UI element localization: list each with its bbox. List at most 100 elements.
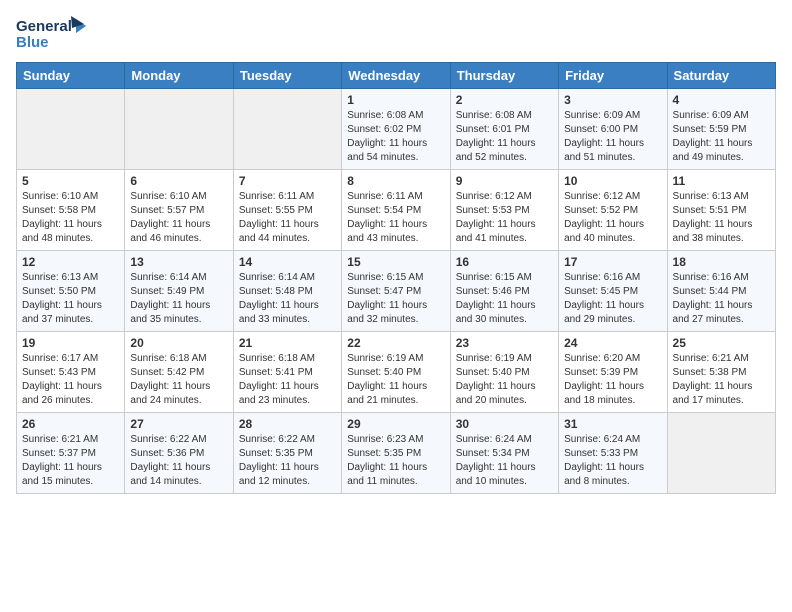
day-number: 24 <box>564 336 661 350</box>
day-info: Sunrise: 6:09 AM Sunset: 5:59 PM Dayligh… <box>673 109 770 165</box>
calendar-cell: 16Sunrise: 6:15 AM Sunset: 5:46 PM Dayli… <box>450 251 558 332</box>
calendar-cell: 4 Sunrise: 6:09 AM Sunset: 5:59 PM Daylig… <box>667 89 775 170</box>
calendar-cell: 2 Sunrise: 6:08 AM Sunset: 6:01 PM Daylig… <box>450 89 558 170</box>
day-info: Sunrise: 6:11 AM Sunset: 5:55 PM Dayligh… <box>239 190 336 246</box>
day-number: 20 <box>130 336 227 350</box>
day-info: Sunrise: 6:18 AM Sunset: 5:41 PM Dayligh… <box>239 352 336 408</box>
weekday-header-sunday: Sunday <box>17 63 125 89</box>
day-info: Sunrise: 6:24 AM Sunset: 5:33 PM Dayligh… <box>564 433 661 489</box>
day-info: Sunrise: 6:09 AM Sunset: 6:00 PM Dayligh… <box>564 109 661 165</box>
calendar-week-1: 1 Sunrise: 6:08 AM Sunset: 6:02 PM Daylig… <box>17 89 776 170</box>
day-info: Sunrise: 6:17 AM Sunset: 5:43 PM Dayligh… <box>22 352 119 408</box>
day-number: 30 <box>456 417 553 431</box>
calendar-cell: 7 Sunrise: 6:11 AM Sunset: 5:55 PM Daylig… <box>233 170 341 251</box>
calendar-cell: 5 Sunrise: 6:10 AM Sunset: 5:58 PM Daylig… <box>17 170 125 251</box>
calendar-cell: 15 Sunrise: 6:15 AM Sunset: 5:47 PM Dayli… <box>342 251 450 332</box>
logo-svg: GeneralBlue <box>16 16 96 52</box>
calendar-cell: 3 Sunrise: 6:09 AM Sunset: 6:00 PM Daylig… <box>559 89 667 170</box>
calendar-cell: 21 Sunrise: 6:18 AM Sunset: 5:41 PM Dayli… <box>233 332 341 413</box>
calendar-header-row: SundayMondayTuesdayWednesdayThursdayFrid… <box>17 63 776 89</box>
svg-text:Blue: Blue <box>16 34 49 51</box>
calendar-cell: 24 Sunrise: 6:20 AM Sunset: 5:39 PM Dayli… <box>559 332 667 413</box>
day-info: Sunrise: 6:13 AM Sunset: 5:51 PM Dayligh… <box>673 190 770 246</box>
day-number: 12 <box>22 255 119 269</box>
day-info: Sunrise: 6:19 AM Sunset: 5:40 PM Dayligh… <box>347 352 444 408</box>
calendar-cell: 27 Sunrise: 6:22 AM Sunset: 5:36 PM Dayli… <box>125 413 233 494</box>
weekday-header-monday: Monday <box>125 63 233 89</box>
day-number: 2 <box>456 93 553 107</box>
day-number: 28 <box>239 417 336 431</box>
day-info: Sunrise: 6:10 AM Sunset: 5:58 PM Dayligh… <box>22 190 119 246</box>
day-info: Sunrise: 6:11 AM Sunset: 5:54 PM Dayligh… <box>347 190 444 246</box>
day-info: Sunrise: 6:08 AM Sunset: 6:01 PM Dayligh… <box>456 109 553 165</box>
calendar-cell <box>17 89 125 170</box>
weekday-header-thursday: Thursday <box>450 63 558 89</box>
day-number: 19 <box>22 336 119 350</box>
day-info: Sunrise: 6:13 AM Sunset: 5:50 PM Dayligh… <box>22 271 119 327</box>
day-number: 8 <box>347 174 444 188</box>
calendar-cell <box>667 413 775 494</box>
calendar-cell: 13 Sunrise: 6:14 AM Sunset: 5:49 PM Dayli… <box>125 251 233 332</box>
calendar-cell: 10 Sunrise: 6:12 AM Sunset: 5:52 PM Dayli… <box>559 170 667 251</box>
day-info: Sunrise: 6:22 AM Sunset: 5:35 PM Dayligh… <box>239 433 336 489</box>
day-info: Sunrise: 6:18 AM Sunset: 5:42 PM Dayligh… <box>130 352 227 408</box>
calendar-cell: 19 Sunrise: 6:17 AM Sunset: 5:43 PM Dayli… <box>17 332 125 413</box>
calendar-week-2: 5 Sunrise: 6:10 AM Sunset: 5:58 PM Daylig… <box>17 170 776 251</box>
calendar-cell: 6 Sunrise: 6:10 AM Sunset: 5:57 PM Daylig… <box>125 170 233 251</box>
calendar-cell: 9Sunrise: 6:12 AM Sunset: 5:53 PM Daylig… <box>450 170 558 251</box>
day-number: 18 <box>673 255 770 269</box>
day-number: 1 <box>347 93 444 107</box>
weekday-header-tuesday: Tuesday <box>233 63 341 89</box>
calendar-cell: 11 Sunrise: 6:13 AM Sunset: 5:51 PM Dayli… <box>667 170 775 251</box>
day-info: Sunrise: 6:14 AM Sunset: 5:49 PM Dayligh… <box>130 271 227 327</box>
weekday-header-wednesday: Wednesday <box>342 63 450 89</box>
svg-text:General: General <box>16 18 72 35</box>
day-info: Sunrise: 6:12 AM Sunset: 5:52 PM Dayligh… <box>564 190 661 246</box>
calendar-week-5: 26 Sunrise: 6:21 AM Sunset: 5:37 PM Dayli… <box>17 413 776 494</box>
calendar-cell: 20 Sunrise: 6:18 AM Sunset: 5:42 PM Dayli… <box>125 332 233 413</box>
day-number: 21 <box>239 336 336 350</box>
weekday-header-friday: Friday <box>559 63 667 89</box>
calendar-table: SundayMondayTuesdayWednesdayThursdayFrid… <box>16 62 776 494</box>
day-info: Sunrise: 6:08 AM Sunset: 6:02 PM Dayligh… <box>347 109 444 165</box>
day-info: Sunrise: 6:15 AM Sunset: 5:47 PM Dayligh… <box>347 271 444 327</box>
calendar-cell: 1 Sunrise: 6:08 AM Sunset: 6:02 PM Daylig… <box>342 89 450 170</box>
calendar-week-3: 12 Sunrise: 6:13 AM Sunset: 5:50 PM Dayli… <box>17 251 776 332</box>
day-number: 25 <box>673 336 770 350</box>
calendar-cell: 29Sunrise: 6:23 AM Sunset: 5:35 PM Dayli… <box>342 413 450 494</box>
calendar-cell: 18 Sunrise: 6:16 AM Sunset: 5:44 PM Dayli… <box>667 251 775 332</box>
day-number: 27 <box>130 417 227 431</box>
day-info: Sunrise: 6:10 AM Sunset: 5:57 PM Dayligh… <box>130 190 227 246</box>
day-number: 13 <box>130 255 227 269</box>
day-info: Sunrise: 6:24 AM Sunset: 5:34 PM Dayligh… <box>456 433 553 489</box>
calendar-cell: 28 Sunrise: 6:22 AM Sunset: 5:35 PM Dayli… <box>233 413 341 494</box>
day-info: Sunrise: 6:21 AM Sunset: 5:37 PM Dayligh… <box>22 433 119 489</box>
day-info: Sunrise: 6:15 AM Sunset: 5:46 PM Dayligh… <box>456 271 553 327</box>
day-number: 6 <box>130 174 227 188</box>
day-number: 31 <box>564 417 661 431</box>
day-number: 15 <box>347 255 444 269</box>
day-info: Sunrise: 6:16 AM Sunset: 5:44 PM Dayligh… <box>673 271 770 327</box>
calendar-cell: 25Sunrise: 6:21 AM Sunset: 5:38 PM Dayli… <box>667 332 775 413</box>
day-number: 11 <box>673 174 770 188</box>
day-number: 26 <box>22 417 119 431</box>
day-number: 23 <box>456 336 553 350</box>
day-number: 5 <box>22 174 119 188</box>
day-number: 10 <box>564 174 661 188</box>
calendar-cell: 22Sunrise: 6:19 AM Sunset: 5:40 PM Dayli… <box>342 332 450 413</box>
calendar-cell: 12 Sunrise: 6:13 AM Sunset: 5:50 PM Dayli… <box>17 251 125 332</box>
day-info: Sunrise: 6:19 AM Sunset: 5:40 PM Dayligh… <box>456 352 553 408</box>
day-info: Sunrise: 6:14 AM Sunset: 5:48 PM Dayligh… <box>239 271 336 327</box>
page-header: GeneralBlue <box>16 16 776 52</box>
weekday-header-saturday: Saturday <box>667 63 775 89</box>
day-number: 4 <box>673 93 770 107</box>
calendar-cell: 30 Sunrise: 6:24 AM Sunset: 5:34 PM Dayli… <box>450 413 558 494</box>
calendar-cell: 8 Sunrise: 6:11 AM Sunset: 5:54 PM Daylig… <box>342 170 450 251</box>
logo: GeneralBlue <box>16 16 96 52</box>
day-info: Sunrise: 6:20 AM Sunset: 5:39 PM Dayligh… <box>564 352 661 408</box>
day-number: 7 <box>239 174 336 188</box>
calendar-cell <box>233 89 341 170</box>
day-info: Sunrise: 6:22 AM Sunset: 5:36 PM Dayligh… <box>130 433 227 489</box>
day-number: 3 <box>564 93 661 107</box>
calendar-cell: 26 Sunrise: 6:21 AM Sunset: 5:37 PM Dayli… <box>17 413 125 494</box>
